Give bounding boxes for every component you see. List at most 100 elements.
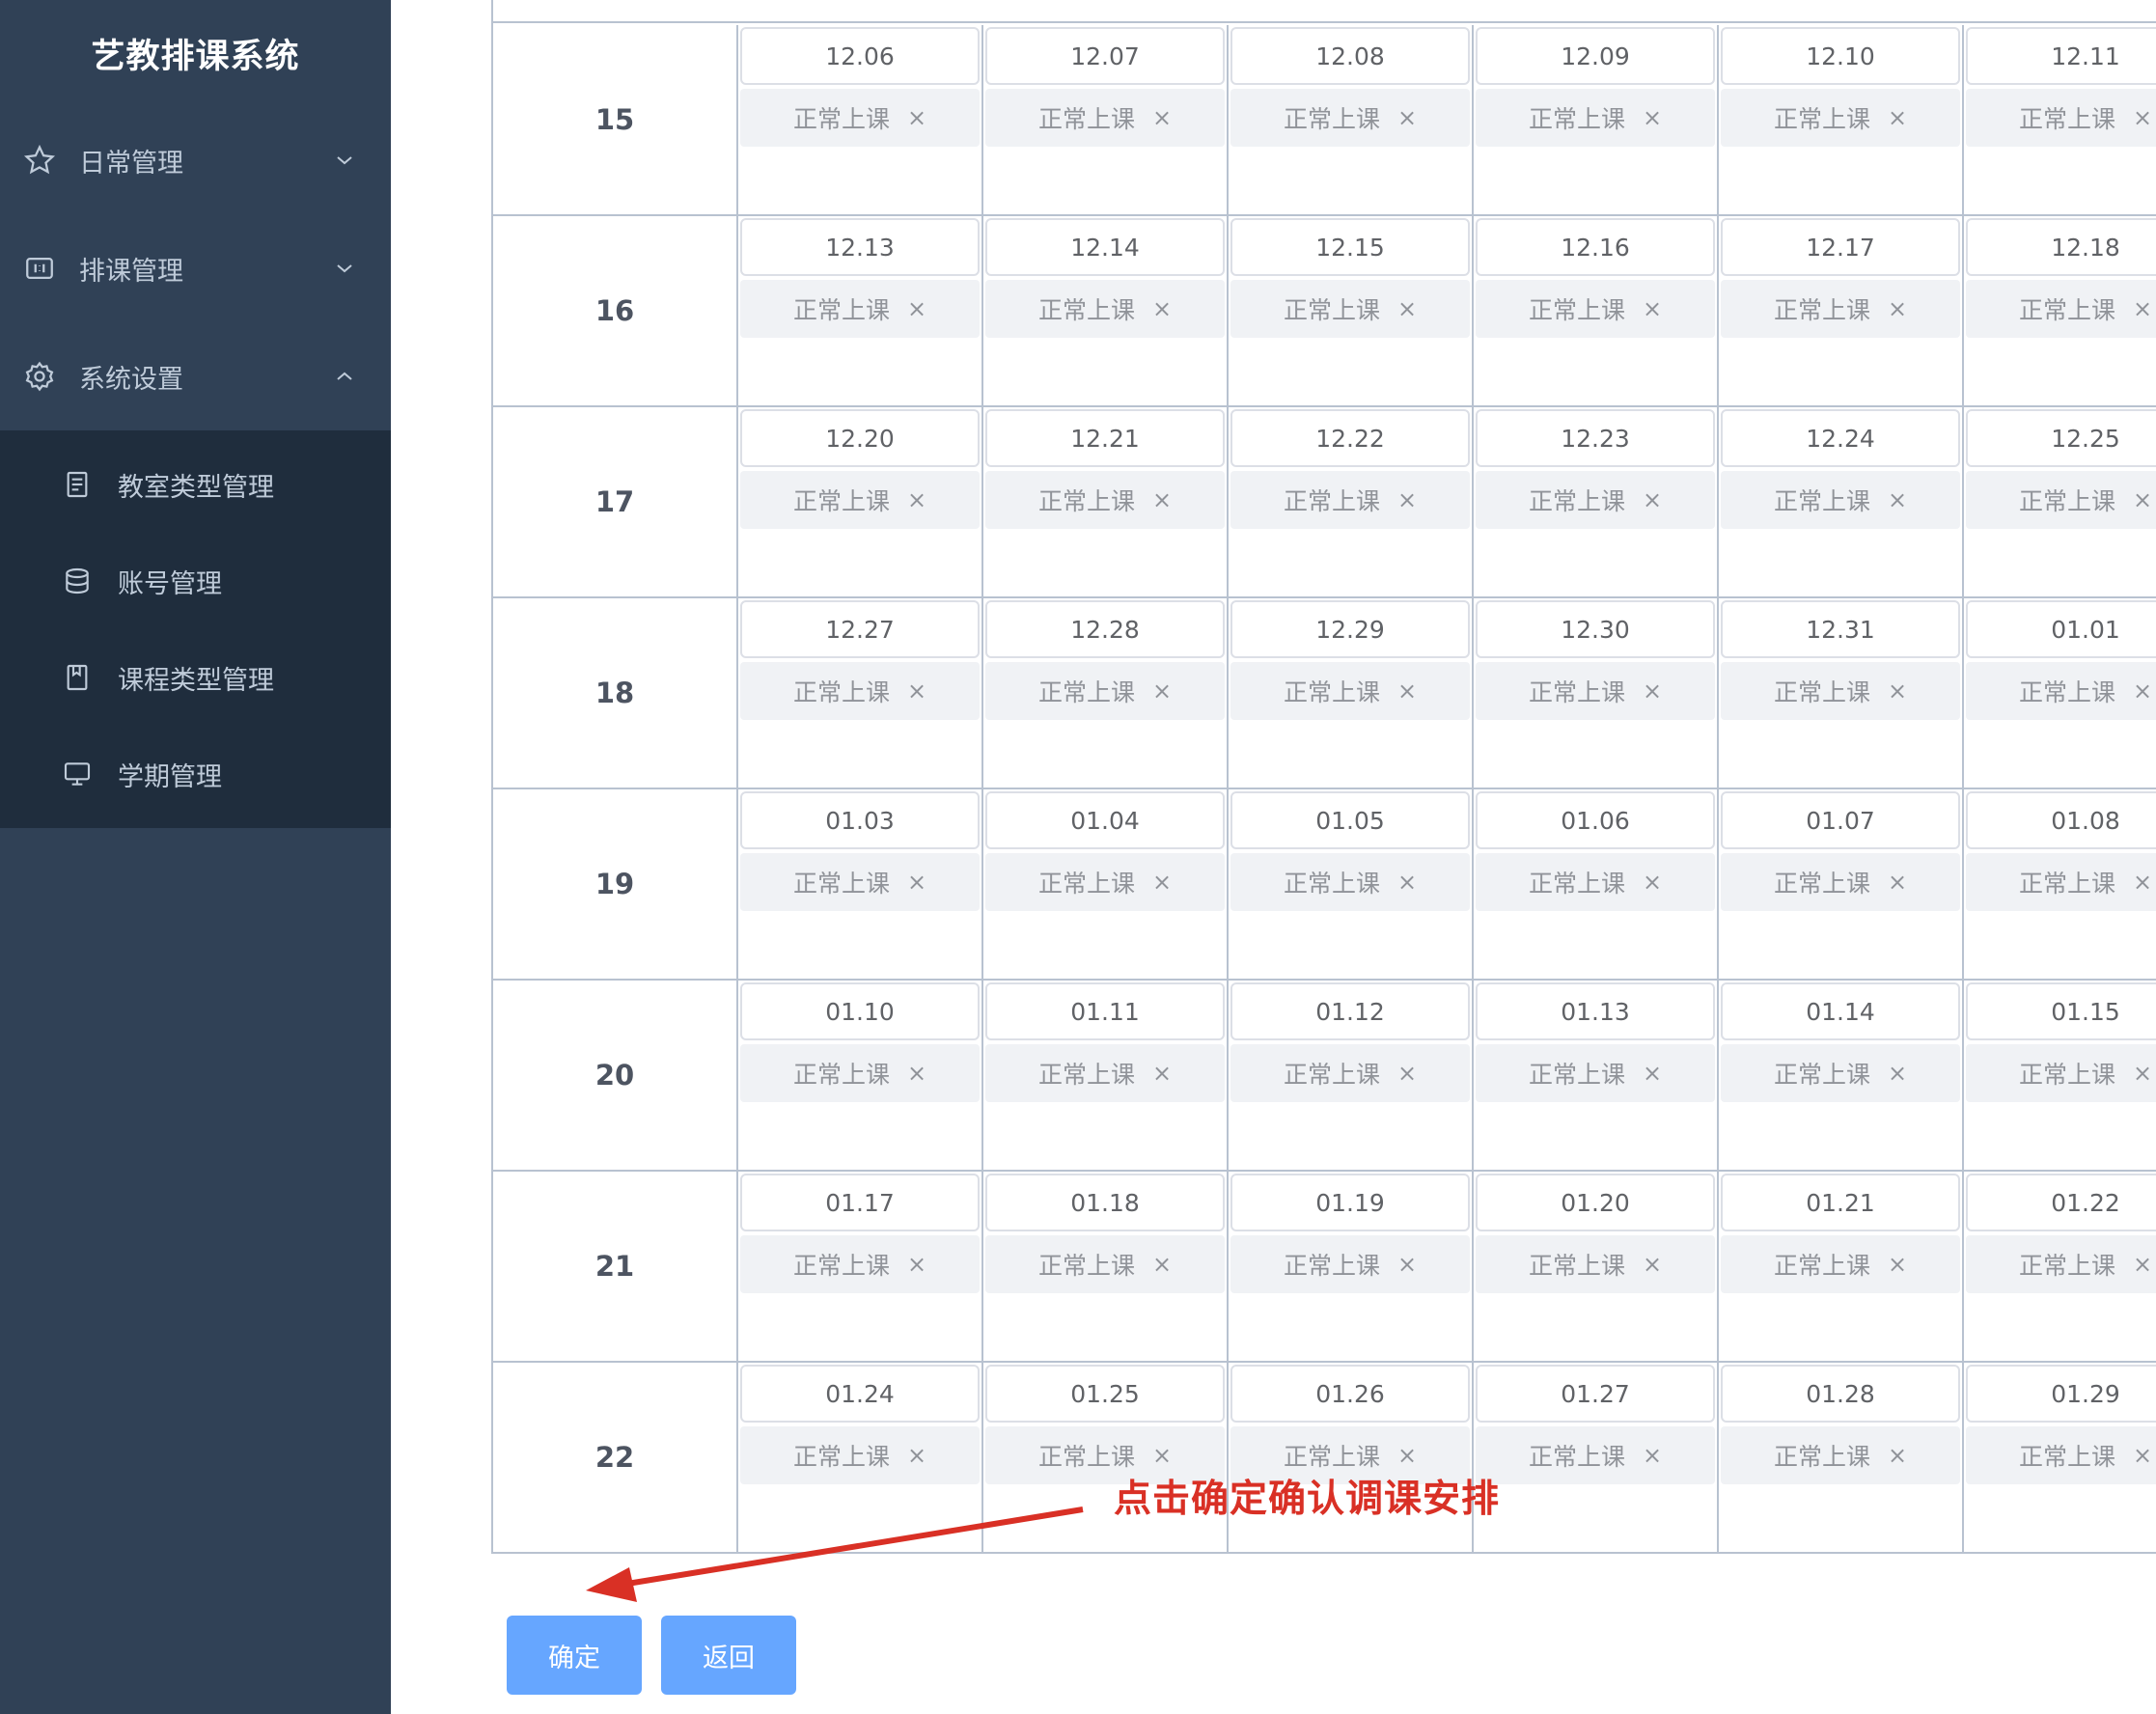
close-icon[interactable]: × [1888, 869, 1907, 896]
close-icon[interactable]: × [1888, 1060, 1907, 1087]
date-button[interactable]: 12.21 [985, 409, 1225, 467]
close-icon[interactable]: × [1888, 677, 1907, 705]
close-icon[interactable]: × [2133, 869, 2152, 896]
date-button[interactable]: 01.21 [1721, 1174, 1960, 1231]
date-button[interactable]: 12.08 [1230, 27, 1470, 85]
close-icon[interactable]: × [1152, 295, 1172, 322]
menu-system-settings[interactable]: 系统设置 [0, 322, 391, 430]
date-button[interactable]: 01.03 [740, 791, 980, 849]
close-icon[interactable]: × [1643, 295, 1662, 322]
close-icon[interactable]: × [1152, 869, 1172, 896]
close-icon[interactable]: × [1643, 1251, 1662, 1278]
date-button[interactable]: 01.26 [1230, 1365, 1470, 1423]
close-icon[interactable]: × [1397, 1060, 1417, 1087]
close-icon[interactable]: × [1152, 677, 1172, 705]
date-button[interactable]: 12.27 [740, 600, 980, 658]
sidebar-item-accounts[interactable]: 账号管理 [0, 533, 391, 629]
date-button[interactable]: 12.24 [1721, 409, 1960, 467]
date-button[interactable]: 01.07 [1721, 791, 1960, 849]
close-icon[interactable]: × [2133, 1060, 2152, 1087]
date-button[interactable]: 12.29 [1230, 600, 1470, 658]
sidebar-item-course-type[interactable]: 课程类型管理 [0, 629, 391, 726]
close-icon[interactable]: × [2133, 104, 2152, 131]
close-icon[interactable]: × [1888, 295, 1907, 322]
date-button[interactable]: 12.31 [1721, 600, 1960, 658]
date-button[interactable]: 12.06 [740, 27, 980, 85]
close-icon[interactable]: × [1397, 1251, 1417, 1278]
close-icon[interactable]: × [907, 104, 926, 131]
menu-daily-management[interactable]: 日常管理 [0, 106, 391, 214]
date-button[interactable]: 12.10 [1721, 27, 1960, 85]
date-button[interactable]: 01.25 [985, 1365, 1225, 1423]
close-icon[interactable]: × [1888, 104, 1907, 131]
close-icon[interactable]: × [907, 869, 926, 896]
date-button[interactable]: 01.28 [1721, 1365, 1960, 1423]
close-icon[interactable]: × [1643, 1442, 1662, 1469]
close-icon[interactable]: × [1643, 869, 1662, 896]
date-button[interactable]: 12.09 [1476, 27, 1715, 85]
date-button[interactable]: 01.01 [1966, 600, 2156, 658]
menu-schedule-management[interactable]: 排课管理 [0, 214, 391, 322]
close-icon[interactable]: × [1888, 1442, 1907, 1469]
date-button[interactable]: 01.14 [1721, 982, 1960, 1040]
date-button[interactable]: 01.08 [1966, 791, 2156, 849]
date-button[interactable]: 01.29 [1966, 1365, 2156, 1423]
date-button[interactable]: 12.22 [1230, 409, 1470, 467]
close-icon[interactable]: × [907, 1251, 926, 1278]
date-button[interactable]: 12.18 [1966, 218, 2156, 276]
close-icon[interactable]: × [1397, 486, 1417, 513]
close-icon[interactable]: × [907, 1060, 926, 1087]
date-button[interactable]: 01.15 [1966, 982, 2156, 1040]
date-button[interactable]: 01.18 [985, 1174, 1225, 1231]
date-button[interactable]: 12.25 [1966, 409, 2156, 467]
date-button[interactable]: 12.23 [1476, 409, 1715, 467]
confirm-button[interactable]: 确定 [507, 1616, 642, 1695]
date-button[interactable]: 01.17 [740, 1174, 980, 1231]
close-icon[interactable]: × [1397, 104, 1417, 131]
close-icon[interactable]: × [2133, 677, 2152, 705]
date-button[interactable]: 01.20 [1476, 1174, 1715, 1231]
close-icon[interactable]: × [2133, 295, 2152, 322]
date-button[interactable]: 12.30 [1476, 600, 1715, 658]
back-button[interactable]: 返回 [661, 1616, 796, 1695]
date-button[interactable]: 01.06 [1476, 791, 1715, 849]
date-button[interactable]: 12.20 [740, 409, 980, 467]
date-button[interactable]: 12.13 [740, 218, 980, 276]
close-icon[interactable]: × [1397, 295, 1417, 322]
close-icon[interactable]: × [1888, 1251, 1907, 1278]
date-button[interactable]: 01.04 [985, 791, 1225, 849]
close-icon[interactable]: × [1888, 486, 1907, 513]
close-icon[interactable]: × [1643, 486, 1662, 513]
date-button[interactable]: 01.22 [1966, 1174, 2156, 1231]
date-button[interactable]: 01.11 [985, 982, 1225, 1040]
close-icon[interactable]: × [1643, 104, 1662, 131]
close-icon[interactable]: × [2133, 1442, 2152, 1469]
close-icon[interactable]: × [1152, 486, 1172, 513]
date-button[interactable]: 01.19 [1230, 1174, 1470, 1231]
date-button[interactable]: 12.07 [985, 27, 1225, 85]
date-button[interactable]: 12.28 [985, 600, 1225, 658]
close-icon[interactable]: × [907, 486, 926, 513]
close-icon[interactable]: × [2133, 486, 2152, 513]
date-button[interactable]: 01.13 [1476, 982, 1715, 1040]
close-icon[interactable]: × [1643, 677, 1662, 705]
close-icon[interactable]: × [1152, 1251, 1172, 1278]
close-icon[interactable]: × [907, 295, 926, 322]
date-button[interactable]: 01.27 [1476, 1365, 1715, 1423]
close-icon[interactable]: × [907, 677, 926, 705]
close-icon[interactable]: × [1152, 1442, 1172, 1469]
close-icon[interactable]: × [1397, 677, 1417, 705]
close-icon[interactable]: × [1643, 1060, 1662, 1087]
date-button[interactable]: 01.24 [740, 1365, 980, 1423]
sidebar-item-classroom-type[interactable]: 教室类型管理 [0, 436, 391, 533]
close-icon[interactable]: × [1152, 1060, 1172, 1087]
date-button[interactable]: 12.15 [1230, 218, 1470, 276]
date-button[interactable]: 12.16 [1476, 218, 1715, 276]
close-icon[interactable]: × [2133, 1251, 2152, 1278]
close-icon[interactable]: × [907, 1442, 926, 1469]
date-button[interactable]: 01.12 [1230, 982, 1470, 1040]
date-button[interactable]: 12.17 [1721, 218, 1960, 276]
date-button[interactable]: 01.05 [1230, 791, 1470, 849]
sidebar-item-semester[interactable]: 学期管理 [0, 726, 391, 822]
date-button[interactable]: 12.11 [1966, 27, 2156, 85]
